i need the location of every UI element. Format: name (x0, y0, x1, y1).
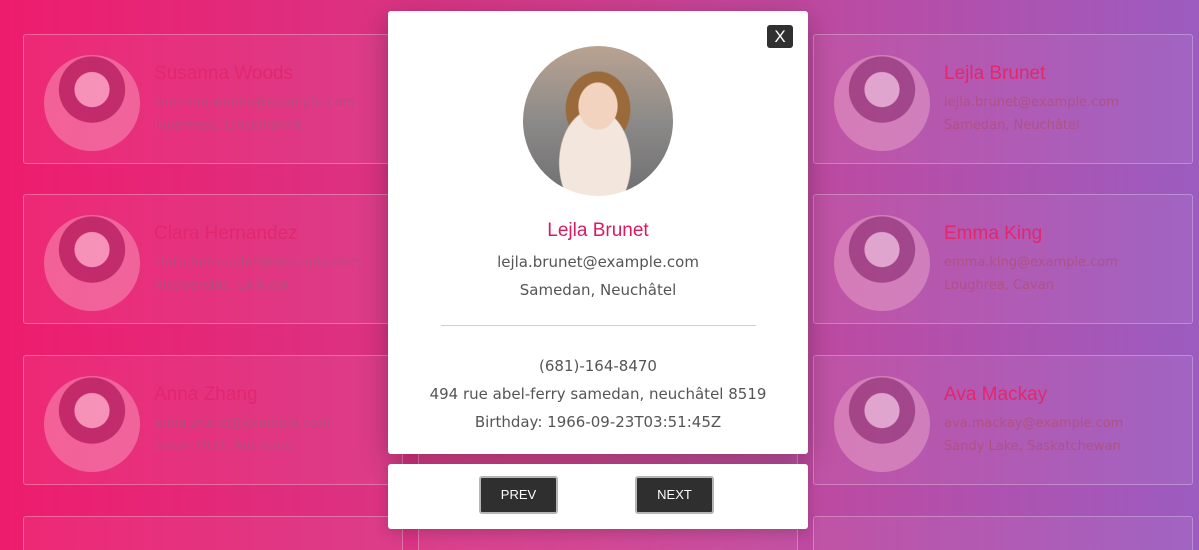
close-button[interactable]: X (767, 25, 793, 48)
modal-avatar (523, 46, 673, 196)
modal-phone: (681)-164-8470 (539, 357, 657, 375)
divider (440, 325, 756, 326)
prev-button[interactable]: PREV (479, 476, 558, 514)
modal-address: 494 rue abel-ferry samedan, neuchâtel 85… (429, 385, 767, 403)
modal-nav-bar: PREV NEXT (388, 464, 808, 529)
employee-modal: X Lejla Brunet lejla.brunet@example.com … (388, 11, 808, 454)
next-button[interactable]: NEXT (635, 476, 714, 514)
modal-location: Samedan, Neuchâtel (519, 281, 677, 299)
modal-name: Lejla Brunet (547, 220, 649, 241)
modal-birthday: Birthday: 1966-09-23T03:51:45Z (474, 413, 722, 431)
modal-email: lejla.brunet@example.com (497, 253, 699, 271)
